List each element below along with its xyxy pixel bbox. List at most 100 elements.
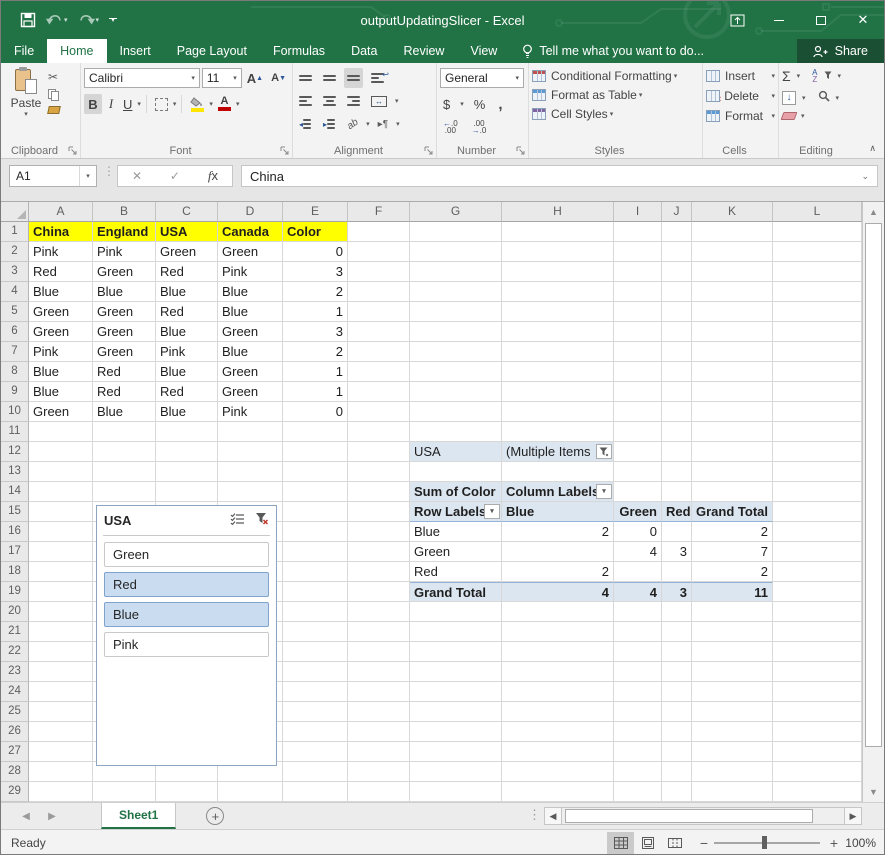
column-header-I[interactable]: I [614,202,662,222]
cell-I21[interactable] [614,622,662,642]
cell-F2[interactable] [348,242,410,262]
cell-L22[interactable] [773,642,862,662]
row-header-16[interactable]: 16 [1,522,29,542]
cell-B11[interactable] [93,422,156,442]
clear-dropdown-icon[interactable]: ▾ [801,112,805,120]
cell-A15[interactable] [29,502,93,522]
row-header-28[interactable]: 28 [1,762,29,782]
cell-G9[interactable] [410,382,502,402]
autosum-button[interactable]: Σ [782,68,791,84]
cell-J24[interactable] [662,682,692,702]
zoom-out-icon[interactable]: − [700,835,708,851]
cell-E17[interactable] [283,542,348,562]
text-direction-dropdown-icon[interactable]: ▾ [396,120,400,128]
cell-L17[interactable] [773,542,862,562]
cell-L18[interactable] [773,562,862,582]
cell-E19[interactable] [283,582,348,602]
cell-I28[interactable] [614,762,662,782]
cell-K24[interactable] [692,682,773,702]
column-header-A[interactable]: A [29,202,93,222]
cell-I2[interactable] [614,242,662,262]
cell-I17[interactable]: 4 [614,542,662,562]
cell-I7[interactable] [614,342,662,362]
undo-icon[interactable]: ▾ [43,12,71,29]
row-header-12[interactable]: 12 [1,442,29,462]
cell-A2[interactable]: Pink [29,242,93,262]
cell-I12[interactable] [614,442,662,462]
cell-F25[interactable] [348,702,410,722]
cell-L21[interactable] [773,622,862,642]
cell-B7[interactable]: Green [93,342,156,362]
cell-E18[interactable] [283,562,348,582]
cell-I8[interactable] [614,362,662,382]
cell-G3[interactable] [410,262,502,282]
confirm-entry-icon[interactable]: ✓ [170,169,180,183]
cell-B13[interactable] [93,462,156,482]
cell-J6[interactable] [662,322,692,342]
cell-G10[interactable] [410,402,502,422]
cell-G26[interactable] [410,722,502,742]
cell-L28[interactable] [773,762,862,782]
cell-F29[interactable] [348,782,410,802]
row-header-11[interactable]: 11 [1,422,29,442]
cell-I10[interactable] [614,402,662,422]
cell-A18[interactable] [29,562,93,582]
cell-J16[interactable] [662,522,692,542]
cell-A29[interactable] [29,782,93,802]
cell-L10[interactable] [773,402,862,422]
cell-E16[interactable] [283,522,348,542]
cut-icon[interactable]: ✂ [48,70,60,84]
cell-styles-button[interactable]: Cell Styles [551,107,608,121]
cell-K10[interactable] [692,402,773,422]
cell-E8[interactable]: 1 [283,362,348,382]
cell-H23[interactable] [502,662,614,682]
sheet-tab-sheet1[interactable]: Sheet1 [101,803,176,829]
cell-L25[interactable] [773,702,862,722]
format-as-table-button[interactable]: Format as Table [551,88,637,102]
horizontal-scrollbar[interactable]: ◀ ▶ [544,806,862,826]
row-header-25[interactable]: 25 [1,702,29,722]
cell-K26[interactable] [692,722,773,742]
cell-J29[interactable] [662,782,692,802]
column-header-H[interactable]: H [502,202,614,222]
tab-formulas[interactable]: Formulas [260,39,338,63]
cell-F22[interactable] [348,642,410,662]
font-size-select[interactable]: 11▾ [202,68,242,88]
row-header-20[interactable]: 20 [1,602,29,622]
cell-J8[interactable] [662,362,692,382]
cell-J11[interactable] [662,422,692,442]
cell-E21[interactable] [283,622,348,642]
row-header-26[interactable]: 26 [1,722,29,742]
cell-I4[interactable] [614,282,662,302]
cell-H17[interactable] [502,542,614,562]
cell-B12[interactable] [93,442,156,462]
cell-C1[interactable]: USA [156,222,218,242]
row-header-19[interactable]: 19 [1,582,29,602]
cell-D4[interactable]: Blue [218,282,283,302]
cell-C5[interactable]: Red [156,302,218,322]
cell-F18[interactable] [348,562,410,582]
cell-K2[interactable] [692,242,773,262]
cell-A14[interactable] [29,482,93,502]
comma-format-button[interactable]: , [495,94,505,114]
tab-view[interactable]: View [457,39,510,63]
cell-H2[interactable] [502,242,614,262]
cell-I15[interactable]: Green [614,502,662,522]
cell-F27[interactable] [348,742,410,762]
cell-J25[interactable] [662,702,692,722]
cell-L23[interactable] [773,662,862,682]
row-header-24[interactable]: 24 [1,682,29,702]
cell-J9[interactable] [662,382,692,402]
cell-F9[interactable] [348,382,410,402]
cell-F1[interactable] [348,222,410,242]
cell-F19[interactable] [348,582,410,602]
cell-E11[interactable] [283,422,348,442]
cell-E29[interactable] [283,782,348,802]
cell-G19[interactable]: Grand Total [410,582,502,602]
alignment-dialog-launcher-icon[interactable] [424,146,433,155]
minimize-button[interactable] [758,1,800,39]
cell-F6[interactable] [348,322,410,342]
page-break-preview-button[interactable] [661,832,688,854]
orientation-dropdown-icon[interactable]: ▾ [366,120,370,128]
cell-K28[interactable] [692,762,773,782]
